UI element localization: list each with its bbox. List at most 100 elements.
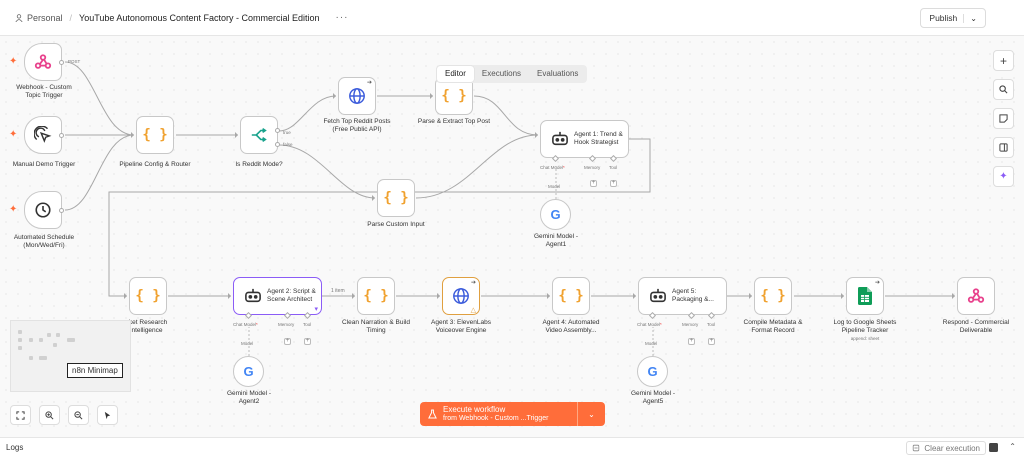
add-memory-button[interactable]: + [688,338,695,345]
node-agent4[interactable]: { } [552,277,590,315]
output-port[interactable] [59,208,64,213]
robot-icon [650,288,666,303]
arrow-agent3 [437,293,440,299]
add-node-button[interactable]: + [993,50,1014,71]
execute-caret[interactable]: ⌄ [578,402,605,426]
plus-icon: + [999,53,1007,68]
node-parse-custom[interactable]: { } [377,179,415,217]
execute-workflow-button[interactable]: Execute workflow from Webhook - Custom .… [420,402,605,426]
node-google-sheets[interactable]: ➔ [846,277,884,315]
minimap-node [29,356,33,360]
flask-icon [428,409,437,419]
if-split-icon [251,128,267,142]
node-agent2[interactable]: Agent 2: Script & Scene Architect ▾ [233,277,322,315]
node-label-agent3: Agent 3: ElevenLabs Voiceover Engine [431,319,491,335]
select-mode-button[interactable] [97,405,118,425]
google-g-icon: G [647,364,658,379]
code-braces-icon: { } [760,288,786,304]
node-label-compile-metadata: Compile Metadata & Format Record [743,319,803,335]
workflow-canvas[interactable]: Editor Executions Evaluations POST true … [0,36,1024,437]
node-label-webhook: Webhook - Custom Topic Trigger [16,84,72,100]
node-webhook-trigger[interactable] [24,43,64,81]
ai-assistant-button[interactable]: ✦ [993,166,1014,187]
node-manual-trigger[interactable] [24,116,64,154]
logs-expand-caret[interactable]: ⌃ [1009,442,1016,451]
model-label: Model [548,184,561,189]
trigger-bolt-icon: ✦ [9,204,18,215]
edge-parse-agent1 [473,95,539,136]
minimap-node [39,338,43,342]
output-port-false[interactable] [275,142,280,147]
node-label-parse-custom: Parse Custom Input [367,221,425,228]
workflow-title[interactable]: YouTube Autonomous Content Factory - Com… [79,13,319,23]
node-label-manual: Manual Demo Trigger [12,161,76,168]
add-memory-button[interactable]: + [590,180,597,187]
node-compile-metadata[interactable]: { } [754,277,792,315]
zoom-out-icon [74,410,83,419]
code-braces-icon: { } [383,190,409,206]
add-tool-button[interactable]: + [304,338,311,345]
node-is-reddit[interactable] [240,116,280,154]
code-braces-icon: { } [135,288,161,304]
publish-button[interactable]: Publish ⌄ [920,8,986,28]
minimap-node [39,356,47,360]
node-gemini3[interactable]: G [637,356,668,387]
minimap-node [56,333,60,337]
chat-model-text: Chat Model [540,165,564,170]
execute-label: Execute workflow [443,405,506,415]
tab-executions[interactable]: Executions [474,66,529,82]
logs-label[interactable]: Logs [6,443,23,452]
more-options-button[interactable]: ··· [336,12,349,23]
output-port[interactable] [59,60,64,65]
breadcrumb[interactable]: Personal [15,13,63,23]
add-tool-button[interactable]: + [610,180,617,187]
zoom-in-button[interactable] [39,405,60,425]
tab-evaluations[interactable]: Evaluations [529,66,586,82]
node-gemini2[interactable]: G [233,356,264,387]
add-memory-button[interactable]: + [284,338,291,345]
toggle-panel-button[interactable] [993,137,1014,158]
workspace-name[interactable]: Personal [27,13,63,23]
model-label: Model [241,341,254,346]
robot-icon [552,131,568,146]
search-nodes-button[interactable] [993,79,1014,100]
output-port-true[interactable] [275,128,280,133]
node-clean-narration[interactable]: { } [357,277,395,315]
clear-execution-button[interactable]: Clear execution [906,441,986,455]
tool-label: Tool [707,322,716,327]
tab-editor[interactable]: Editor [437,66,474,82]
publish-label: Publish [929,13,958,23]
edge-if-custom [278,144,376,199]
edge-schedule-config [64,134,135,211]
node-agent3[interactable]: ➔ △ [442,277,480,315]
node-agent5[interactable]: Agent 5: Packaging &... [638,277,727,315]
tool-label: Tool [303,322,312,327]
webhook-icon [967,288,985,303]
chat-model-text: Chat Model [233,322,257,327]
chat-model-text: Chat Model [637,322,661,327]
minimap[interactable] [10,320,131,392]
execute-main[interactable]: Execute workflow from Webhook - Custom .… [420,402,578,426]
node-fetch-reddit[interactable]: ➔ [338,77,376,115]
globe-icon [349,88,365,104]
node-agent1[interactable]: Agent 1: Trend & Hook Strategist [540,120,629,158]
arrow-compile [749,293,752,299]
external-arrow-icon: ➔ [470,280,476,286]
zoom-toolbar [10,405,118,425]
node-gemini1[interactable]: G [540,199,571,230]
add-note-button[interactable] [993,108,1014,129]
node-market-research[interactable]: { } [129,277,167,315]
logs-panel-icon[interactable] [989,443,998,452]
node-schedule-trigger[interactable] [24,191,64,229]
node-label-agent2: Agent 2: Script & Scene Architect [267,287,316,303]
publish-caret[interactable]: ⌄ [963,13,977,23]
node-label-fetch-reddit: Fetch Top Reddit Posts (Free Public API) [323,118,391,134]
node-respond[interactable] [957,277,995,315]
fit-view-button[interactable] [10,405,31,425]
zoom-out-button[interactable] [68,405,89,425]
add-tool-button[interactable]: + [708,338,715,345]
logs-bar[interactable]: Logs Clear execution ⌃ [0,437,1024,457]
output-port[interactable] [59,133,64,138]
arrow-config [131,132,134,138]
node-pipeline-config[interactable]: { } [136,116,174,154]
